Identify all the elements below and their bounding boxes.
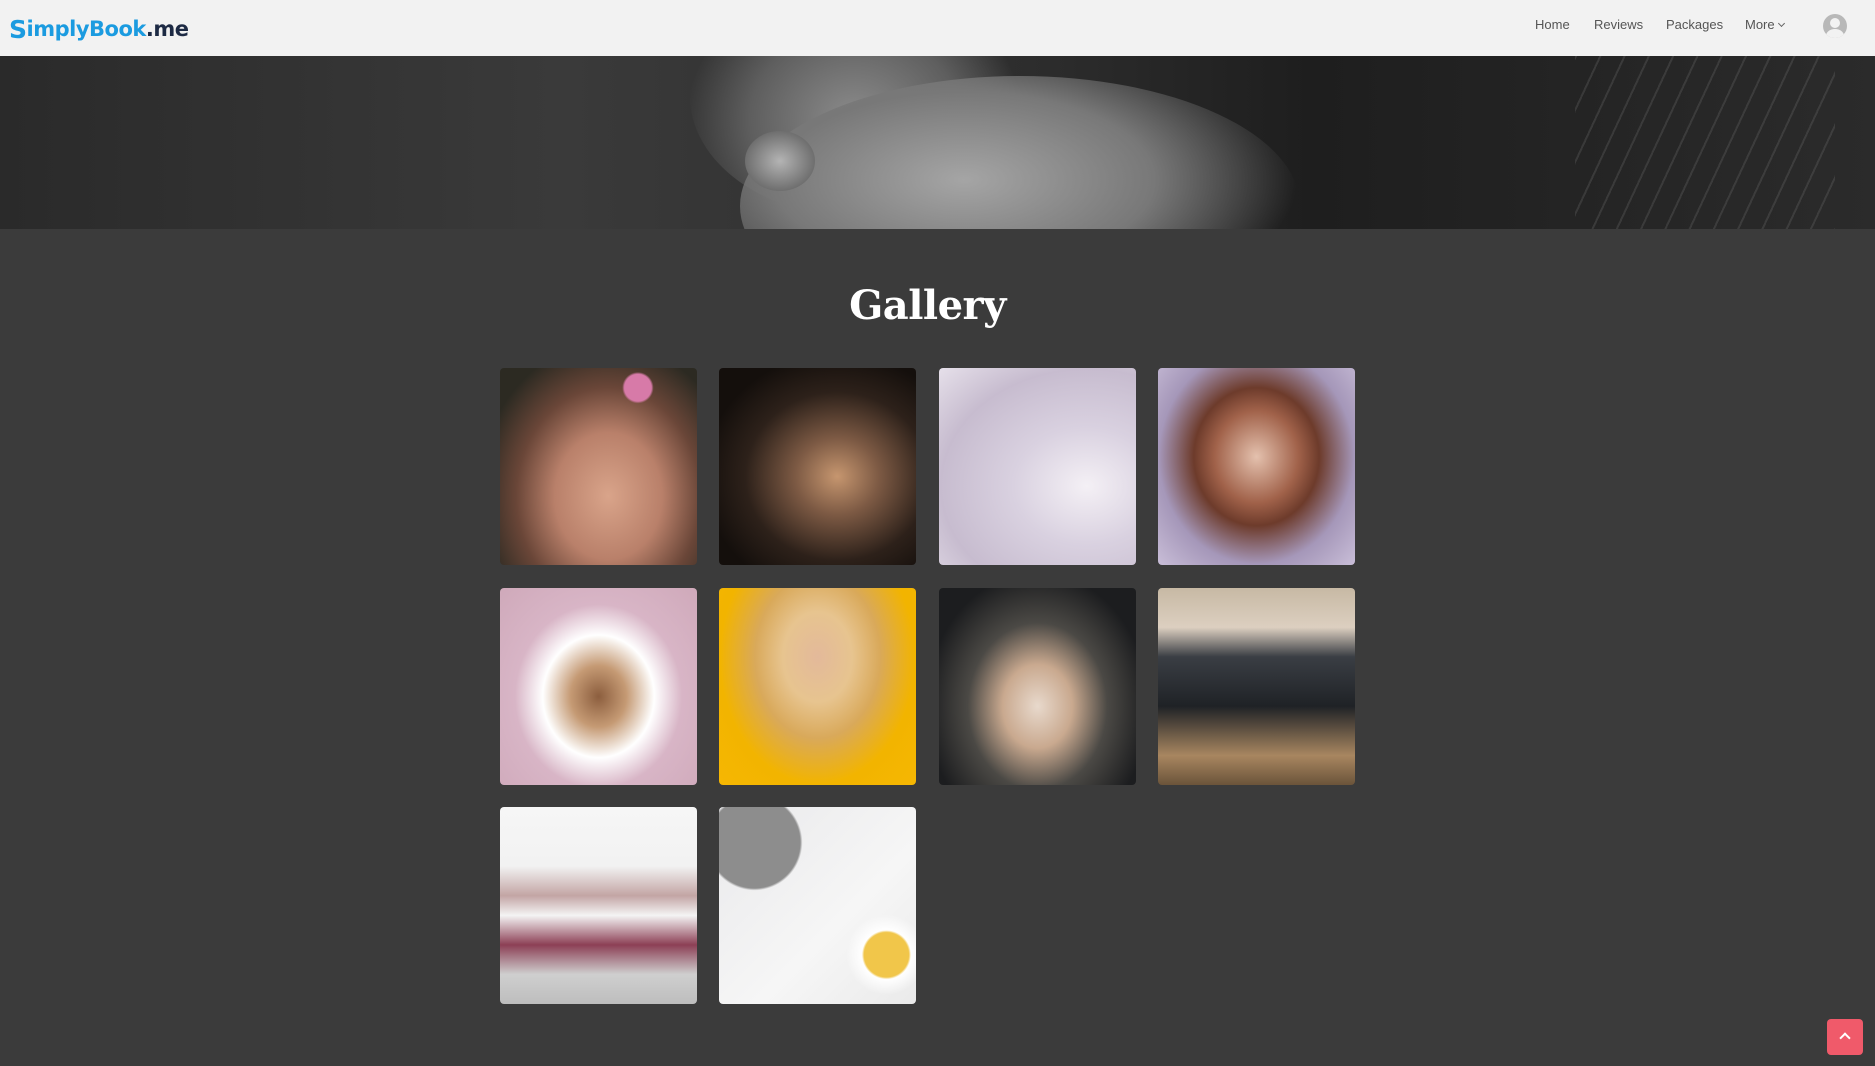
gallery-image-1[interactable] (500, 368, 697, 565)
nav-packages-link[interactable]: Packages (1666, 17, 1723, 32)
hero-fingertip (745, 131, 815, 191)
gallery-image-6[interactable] (719, 588, 916, 785)
gallery-title: Gallery (849, 282, 1006, 329)
nav-reviews-link[interactable]: Reviews (1594, 17, 1643, 32)
gallery-image-3[interactable] (939, 368, 1136, 565)
avatar-head (1830, 18, 1840, 28)
nav-more-dropdown[interactable]: More (1745, 17, 1785, 32)
simplybook-logo[interactable]: SimplyBook .me (9, 14, 189, 44)
gallery-image-7[interactable] (939, 588, 1136, 785)
hero-banner-image (0, 56, 1875, 229)
chevron-down-icon (1777, 19, 1785, 27)
gallery-image-5[interactable] (500, 588, 697, 785)
logo-initial: S (9, 14, 27, 44)
logo-suffix: .me (145, 17, 189, 41)
avatar-body (1826, 29, 1844, 38)
gallery-image-4[interactable] (1158, 368, 1355, 565)
chevron-up-icon (1839, 1032, 1851, 1044)
scroll-to-top-button[interactable] (1827, 1019, 1863, 1055)
hero-hair-strands (1575, 56, 1835, 229)
user-avatar-icon[interactable] (1823, 14, 1847, 38)
gallery-image-9[interactable] (500, 807, 697, 1004)
top-navigation-bar: SimplyBook .me Home Reviews Packages More (0, 0, 1875, 56)
nav-more-label: More (1745, 17, 1775, 32)
nav-home-link[interactable]: Home (1535, 17, 1570, 32)
gallery-image-2[interactable] (719, 368, 916, 565)
gallery-image-8[interactable] (1158, 588, 1355, 785)
gallery-image-10[interactable] (719, 807, 916, 1004)
logo-name: implyBook (26, 17, 147, 41)
